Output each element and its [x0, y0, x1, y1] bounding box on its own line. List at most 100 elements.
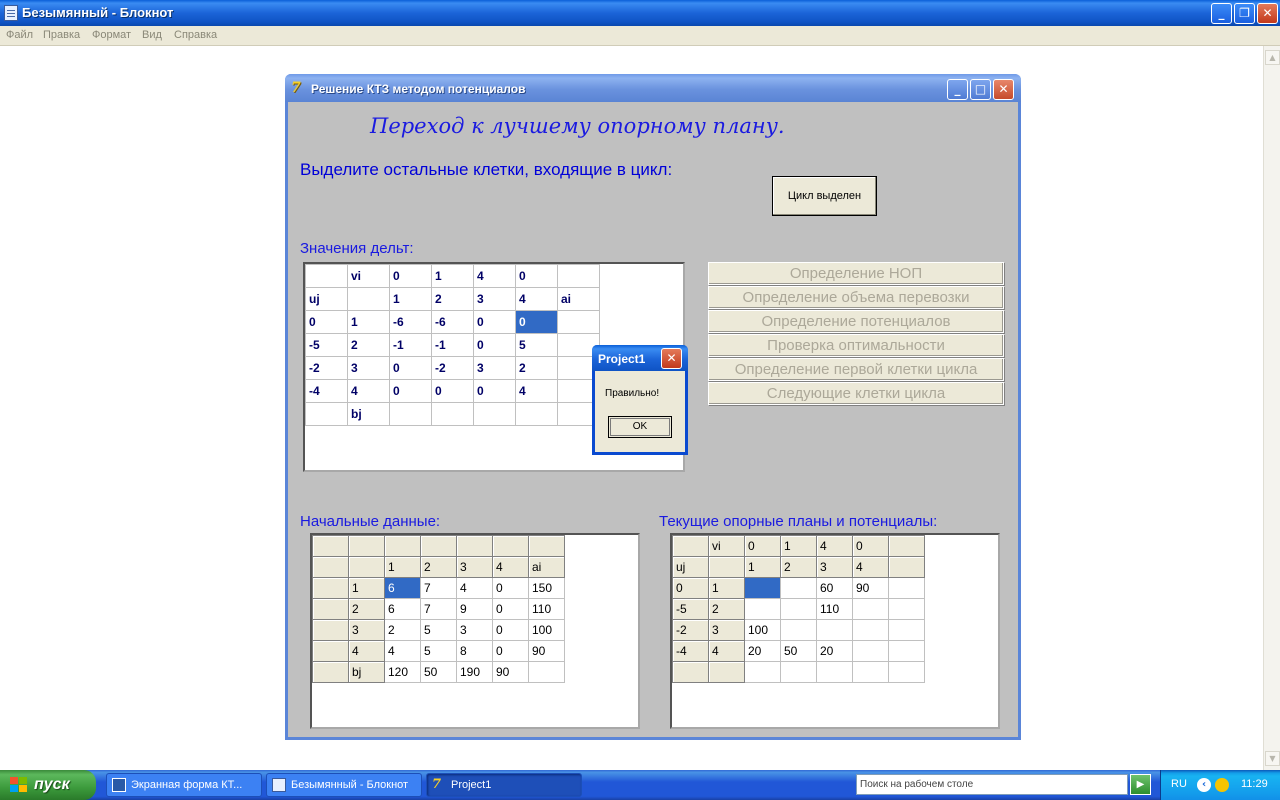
table-cell[interactable]: 50: [420, 661, 457, 683]
table-cell[interactable]: 4: [473, 264, 516, 288]
table-cell[interactable]: [348, 535, 385, 557]
table-cell[interactable]: 20: [816, 640, 853, 662]
table-cell[interactable]: 2: [431, 287, 474, 311]
table-cell[interactable]: [528, 661, 565, 683]
table-cell[interactable]: -6: [389, 310, 432, 334]
scroll-up-icon[interactable]: ▲: [1265, 50, 1280, 65]
maximize-icon[interactable]: □: [970, 79, 991, 100]
table-cell[interactable]: [347, 287, 390, 311]
table-cell[interactable]: 3: [473, 287, 516, 311]
table-cell[interactable]: [312, 535, 349, 557]
close-icon[interactable]: ✕: [1257, 3, 1278, 24]
table-cell[interactable]: 2: [515, 356, 558, 380]
search-go-icon[interactable]: ▶: [1130, 774, 1151, 795]
step-button-6[interactable]: Следующие клетки цикла: [708, 382, 1004, 405]
table-cell[interactable]: 90: [528, 640, 565, 662]
table-cell[interactable]: uj: [672, 556, 709, 578]
table-cell[interactable]: [780, 598, 817, 620]
table-cell[interactable]: [888, 640, 925, 662]
table-cell[interactable]: [672, 661, 709, 683]
table-cell[interactable]: 120: [384, 661, 421, 683]
table-cell[interactable]: [780, 661, 817, 683]
table-cell[interactable]: -5: [672, 598, 709, 620]
table-cell[interactable]: vi: [708, 535, 745, 557]
task-notepad[interactable]: Безымянный - Блокнот: [266, 773, 422, 797]
table-cell[interactable]: 190: [456, 661, 493, 683]
table-cell[interactable]: 2: [420, 556, 457, 578]
table-cell[interactable]: -1: [431, 333, 474, 357]
table-cell[interactable]: [816, 619, 853, 641]
table-cell[interactable]: uj: [305, 287, 348, 311]
notepad-scrollbar[interactable]: ▲ ▼: [1263, 46, 1280, 770]
table-cell[interactable]: 2: [347, 333, 390, 357]
scroll-down-icon[interactable]: ▼: [1265, 751, 1280, 766]
table-cell[interactable]: 2: [348, 598, 385, 620]
menu-file[interactable]: Файл: [6, 29, 33, 41]
ok-button[interactable]: OK: [608, 416, 672, 438]
table-cell[interactable]: 9: [456, 598, 493, 620]
table-cell[interactable]: [852, 598, 889, 620]
table-cell[interactable]: 5: [515, 333, 558, 357]
table-cell[interactable]: [312, 619, 349, 641]
table-cell[interactable]: [888, 598, 925, 620]
table-cell[interactable]: 0: [492, 619, 529, 641]
table-cell[interactable]: [816, 661, 853, 683]
step-button-4[interactable]: Проверка оптимальности: [708, 334, 1004, 357]
table-cell[interactable]: 2: [708, 598, 745, 620]
table-cell[interactable]: [888, 661, 925, 683]
table-cell[interactable]: [557, 310, 600, 334]
table-cell[interactable]: [492, 535, 529, 557]
table-cell[interactable]: [305, 264, 348, 288]
table-cell[interactable]: ai: [528, 556, 565, 578]
table-cell[interactable]: 0: [431, 379, 474, 403]
table-cell[interactable]: 5: [420, 619, 457, 641]
table-cell[interactable]: vi: [347, 264, 390, 288]
table-cell[interactable]: 3: [708, 619, 745, 641]
table-cell[interactable]: 2: [780, 556, 817, 578]
table-cell[interactable]: [744, 577, 781, 599]
table-cell[interactable]: 0: [744, 535, 781, 557]
table-cell[interactable]: [744, 661, 781, 683]
table-cell[interactable]: 0: [473, 333, 516, 357]
table-cell[interactable]: 0: [389, 264, 432, 288]
table-cell[interactable]: 6: [384, 577, 421, 599]
table-cell[interactable]: [557, 264, 600, 288]
table-cell[interactable]: [888, 535, 925, 557]
table-cell[interactable]: -5: [305, 333, 348, 357]
table-cell[interactable]: 110: [528, 598, 565, 620]
table-cell[interactable]: 1: [744, 556, 781, 578]
table-cell[interactable]: 0: [389, 379, 432, 403]
table-cell[interactable]: [515, 402, 558, 426]
table-cell[interactable]: -1: [389, 333, 432, 357]
table-cell[interactable]: 6: [384, 598, 421, 620]
table-cell[interactable]: 1: [431, 264, 474, 288]
step-button-1[interactable]: Определение НОП: [708, 262, 1004, 285]
table-cell[interactable]: 150: [528, 577, 565, 599]
table-cell[interactable]: -2: [672, 619, 709, 641]
table-cell[interactable]: [312, 577, 349, 599]
table-cell[interactable]: [384, 535, 421, 557]
dialog-title-bar[interactable]: Project1 ✕: [592, 345, 688, 371]
menu-edit[interactable]: Правка: [43, 29, 80, 41]
table-cell[interactable]: [780, 619, 817, 641]
table-cell[interactable]: 4: [816, 535, 853, 557]
table-cell[interactable]: 50: [780, 640, 817, 662]
table-cell[interactable]: [312, 640, 349, 662]
table-cell[interactable]: -2: [305, 356, 348, 380]
table-cell[interactable]: 1: [348, 577, 385, 599]
table-cell[interactable]: 5: [420, 640, 457, 662]
table-cell[interactable]: 4: [492, 556, 529, 578]
close-icon[interactable]: ✕: [993, 79, 1014, 100]
table-cell[interactable]: [305, 402, 348, 426]
table-cell[interactable]: [780, 577, 817, 599]
restore-icon[interactable]: ❐: [1234, 3, 1255, 24]
table-cell[interactable]: 100: [528, 619, 565, 641]
table-cell[interactable]: 3: [347, 356, 390, 380]
menu-help[interactable]: Справка: [174, 29, 217, 41]
table-cell[interactable]: -4: [672, 640, 709, 662]
table-cell[interactable]: 3: [456, 619, 493, 641]
step-button-2[interactable]: Определение объема перевозки: [708, 286, 1004, 309]
minimize-icon[interactable]: _: [947, 79, 968, 100]
network-icon[interactable]: [1215, 778, 1229, 792]
table-cell[interactable]: [312, 598, 349, 620]
